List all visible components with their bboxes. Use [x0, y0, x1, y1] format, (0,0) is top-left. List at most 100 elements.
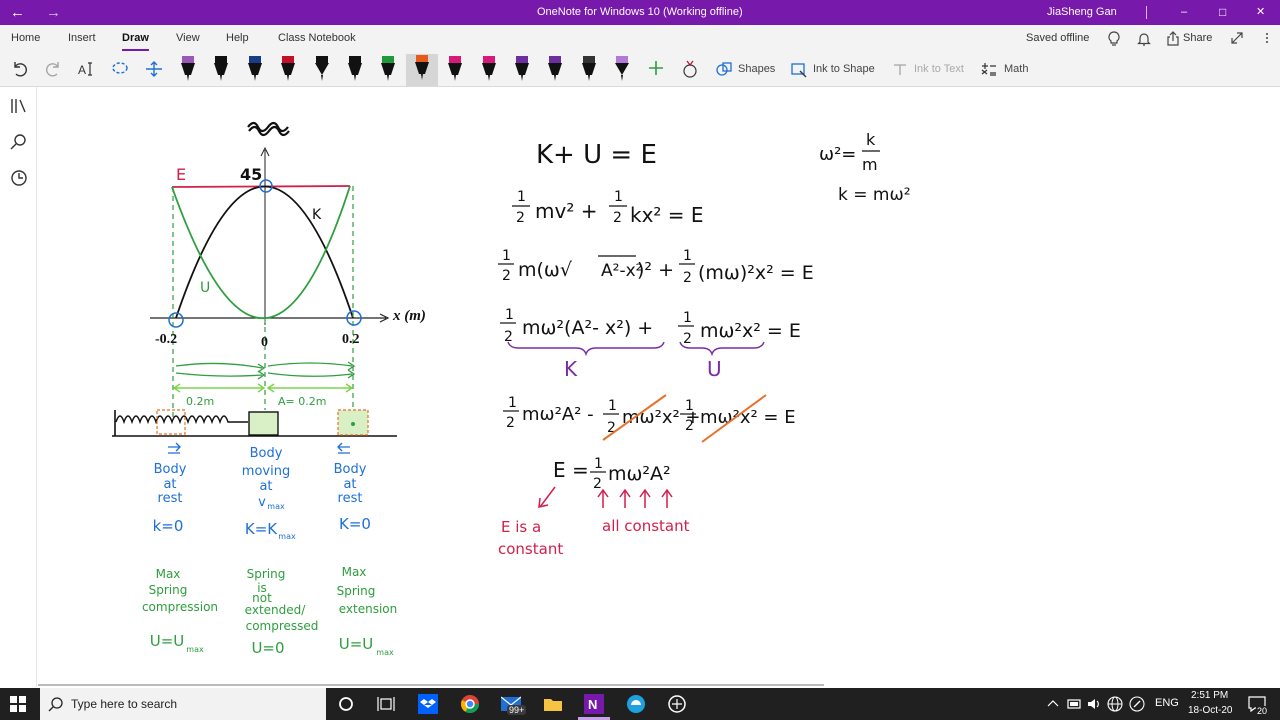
edge-icon[interactable] [626, 694, 646, 714]
network-globe-icon[interactable] [1107, 696, 1127, 716]
ink-to-text-button[interactable]: Ink to Text [914, 63, 964, 75]
app-icon[interactable] [667, 694, 687, 714]
pen-12[interactable] [545, 55, 565, 85]
math-icon[interactable] [980, 61, 998, 85]
note-arrow-left [538, 486, 556, 508]
brace-k-label: K [564, 357, 578, 381]
clock-date[interactable]: 18-Oct-20 [1188, 705, 1232, 716]
pen-2[interactable] [211, 55, 231, 85]
search-icon[interactable] [10, 133, 28, 151]
clock-time[interactable]: 2:51 PM [1191, 690, 1228, 701]
expand-icon[interactable] [1230, 31, 1244, 45]
more-options-icon[interactable] [1260, 31, 1274, 45]
recent-notes-icon[interactable] [10, 169, 28, 187]
right-state-3: rest [338, 491, 363, 506]
navigation-rail [0, 87, 37, 687]
user-name[interactable]: JiaSheng Gan [1047, 0, 1117, 25]
pen-11[interactable] [512, 55, 532, 85]
maximize-icon[interactable]: □ [1219, 0, 1226, 25]
pen-1[interactable] [178, 55, 198, 85]
pen-3[interactable] [245, 55, 265, 85]
window-title: OneNote for Windows 10 (Working offline) [537, 6, 743, 18]
battery-icon[interactable] [1067, 697, 1087, 717]
dropbox-icon[interactable] [418, 694, 438, 714]
redo-icon[interactable] [44, 60, 62, 84]
half-num-5b: 1 [608, 398, 617, 414]
taskbar-search-box[interactable]: Type here to search [40, 688, 326, 720]
ink-to-shape-button[interactable]: Ink to Shape [813, 63, 875, 75]
forward-arrow-icon[interactable]: → [46, 0, 61, 25]
lasso-select-icon[interactable] [111, 60, 129, 84]
volume-icon[interactable] [1087, 697, 1107, 717]
ribbon-tabs: Home Insert Draw View Help Class Noteboo… [0, 25, 1280, 53]
half-num-5c: 1 [685, 398, 694, 414]
bell-icon[interactable] [1137, 31, 1151, 47]
tab-view[interactable]: View [176, 32, 200, 44]
ink-replay-icon[interactable] [681, 59, 699, 83]
page-canvas[interactable]: E 45 K U x (m) -0.2 0 0.2 0.2m A= 0.2m B… [38, 87, 1280, 687]
left-spring-2: Spring [149, 583, 188, 597]
file-explorer-icon[interactable] [543, 694, 563, 714]
search-placeholder: Type here to search [71, 697, 178, 711]
tab-home[interactable]: Home [11, 32, 40, 44]
half-den-2a: 2 [516, 210, 525, 226]
travel-arrows-right [267, 361, 356, 379]
left-k: k=0 [153, 517, 184, 535]
right-u-sub: max [376, 648, 394, 657]
pen-8[interactable] [405, 54, 438, 86]
tab-insert[interactable]: Insert [68, 32, 96, 44]
tab-help[interactable]: Help [226, 32, 249, 44]
notebooks-icon[interactable] [10, 97, 28, 115]
pen-13[interactable] [579, 55, 599, 85]
back-arrow-icon[interactable]: ← [10, 0, 25, 25]
chrome-icon[interactable] [460, 694, 480, 714]
chevron-up-icon[interactable] [1046, 697, 1066, 717]
pen-5[interactable] [312, 55, 332, 85]
math-button[interactable]: Math [1004, 63, 1028, 75]
k-equation: k = mω² [838, 185, 911, 205]
share-button[interactable]: Share [1183, 32, 1212, 44]
search-icon [48, 697, 63, 712]
tab-draw[interactable]: Draw [122, 32, 149, 51]
equations: K+ U = E ω²= k m k = mω² 1 2 mv² + 1 2 k… [498, 130, 911, 492]
task-view-icon[interactable] [377, 694, 397, 714]
close-icon[interactable]: ✕ [1256, 0, 1265, 25]
pen-9[interactable] [445, 55, 465, 85]
pen-4[interactable] [278, 55, 298, 85]
pen-10[interactable] [479, 55, 499, 85]
ink-to-shape-icon[interactable] [790, 61, 808, 85]
scribble-mark [247, 121, 290, 137]
windows-start-icon[interactable] [10, 696, 30, 716]
add-space-icon[interactable] [145, 60, 163, 84]
minimize-icon[interactable]: – [1181, 0, 1187, 25]
onenote-icon[interactable]: N [584, 694, 604, 714]
type-select-icon[interactable]: A [78, 60, 96, 84]
cortana-icon[interactable] [337, 694, 357, 714]
left-spring-3: compression [142, 600, 218, 614]
ink-to-text-icon[interactable] [892, 61, 908, 85]
lightbulb-icon[interactable] [1107, 31, 1121, 47]
undo-icon[interactable] [11, 60, 29, 84]
language-indicator[interactable]: ENG [1155, 697, 1179, 709]
left-state-2: at [163, 477, 176, 492]
tab-class-notebook[interactable]: Class Notebook [278, 32, 356, 44]
pen-workspace-icon[interactable] [1129, 696, 1149, 716]
pen-7[interactable] [378, 55, 398, 85]
pen-14[interactable] [612, 55, 632, 85]
shapes-button[interactable]: Shapes [738, 63, 775, 75]
note-left-2: constant [498, 540, 563, 558]
half-num-2b: 1 [614, 189, 623, 205]
ink-drawing[interactable]: E 45 K U x (m) -0.2 0 0.2 0.2m A= 0.2m B… [38, 87, 1280, 687]
shapes-icon[interactable] [715, 61, 733, 85]
left-extreme-marker [168, 312, 184, 328]
add-pen-icon[interactable] [648, 60, 664, 84]
right-state-1: Body [334, 462, 367, 477]
right-k: K=0 [339, 515, 371, 533]
svg-text:N: N [588, 697, 597, 712]
horizontal-scrollbar[interactable] [38, 684, 824, 686]
pen-6[interactable] [345, 55, 365, 85]
share-icon[interactable] [1166, 31, 1180, 47]
spring-labels: Max Spring compression Spring is not ext… [142, 565, 397, 657]
half-den-5a: 2 [506, 415, 515, 431]
brace-u [679, 341, 765, 357]
